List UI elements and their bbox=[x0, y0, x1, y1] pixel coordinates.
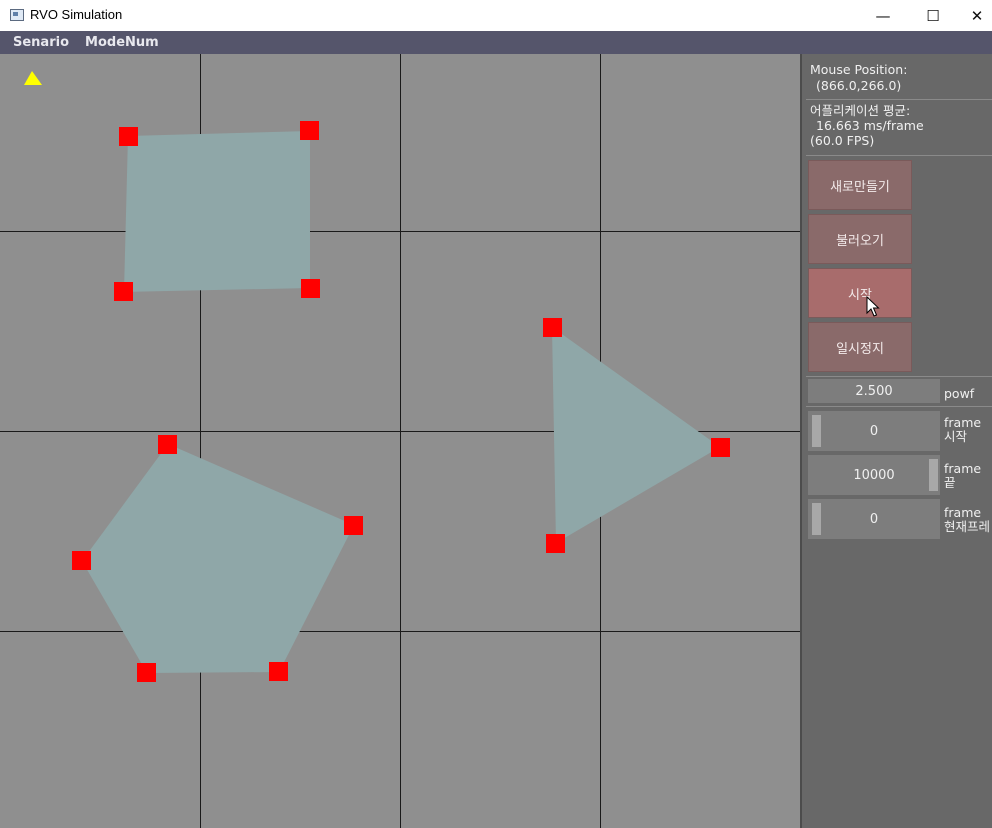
pow-slider[interactable]: 2.500 bbox=[808, 379, 940, 403]
frame-current-label-2: 현재프레 bbox=[944, 519, 991, 534]
vertex-marker bbox=[301, 279, 320, 298]
obstacle-quad bbox=[124, 131, 310, 292]
vertex-marker bbox=[344, 516, 363, 535]
vertex-marker bbox=[543, 318, 562, 337]
pow-label: powf bbox=[944, 386, 975, 401]
vertex-marker bbox=[119, 127, 138, 146]
vertex-marker bbox=[269, 662, 288, 681]
divider bbox=[806, 99, 992, 100]
slider-grab[interactable] bbox=[812, 503, 821, 535]
obstacle-pentagon bbox=[82, 444, 354, 673]
vertex-marker bbox=[300, 121, 319, 140]
perf-fps: (60.0 FPS) bbox=[810, 133, 875, 148]
mouse-position-label: Mouse Position: bbox=[810, 62, 908, 77]
frame-start-value: 0 bbox=[869, 423, 879, 439]
frame-end-label-1: frame bbox=[944, 461, 982, 476]
obstacle-triangle bbox=[552, 327, 720, 543]
slider-grab[interactable] bbox=[812, 415, 821, 447]
frame-start-label-1: frame bbox=[944, 415, 982, 430]
start-button[interactable]: 시작 bbox=[808, 268, 912, 318]
frame-start-slider[interactable]: 0 bbox=[808, 411, 940, 451]
perf-label: 어플리케이션 평균: bbox=[810, 103, 911, 118]
control-panel: Mouse Position: (866.0,266.0) 어플리케이션 평균:… bbox=[800, 54, 992, 828]
title-bar: RVO Simulation — ☐ ✕ bbox=[0, 0, 992, 31]
menu-senario[interactable]: Senario bbox=[13, 35, 69, 50]
mouse-position-value: (866.0,266.0) bbox=[816, 78, 902, 93]
frame-end-value: 10000 bbox=[853, 467, 895, 483]
simulation-canvas[interactable] bbox=[0, 54, 800, 828]
menu-modenum[interactable]: ModeNum bbox=[85, 35, 159, 50]
frame-current-label: frame 현재프레 bbox=[944, 506, 990, 534]
slider-grab[interactable] bbox=[929, 459, 938, 491]
arrow-cursor-icon bbox=[866, 296, 880, 317]
close-button[interactable]: ✕ bbox=[954, 0, 992, 31]
vertex-marker bbox=[137, 663, 156, 682]
divider bbox=[806, 155, 992, 156]
frame-current-value: 0 bbox=[869, 511, 879, 527]
simulation-scene bbox=[0, 54, 800, 828]
frame-start-label: frame 시작 bbox=[944, 416, 981, 444]
new-button[interactable]: 새로만들기 bbox=[808, 160, 912, 210]
maximize-button[interactable]: ☐ bbox=[910, 0, 956, 31]
frame-end-label: frame 끝 bbox=[944, 462, 981, 490]
perf-info: 어플리케이션 평균: 16.663 ms/frame (60.0 FPS) bbox=[810, 103, 924, 148]
minimize-button[interactable]: — bbox=[860, 0, 906, 31]
vertex-marker bbox=[72, 551, 91, 570]
divider bbox=[806, 376, 992, 377]
menu-bar: Senario ModeNum bbox=[0, 31, 992, 54]
app-icon bbox=[10, 9, 24, 21]
frame-end-slider[interactable]: 10000 bbox=[808, 455, 940, 495]
vertex-marker bbox=[546, 534, 565, 553]
yellow-triangle-icon bbox=[24, 71, 42, 85]
pause-button[interactable]: 일시정지 bbox=[808, 322, 912, 372]
vertex-marker bbox=[158, 435, 177, 454]
divider bbox=[806, 406, 992, 407]
load-button[interactable]: 불러오기 bbox=[808, 214, 912, 264]
perf-ms: 16.663 ms/frame bbox=[816, 118, 924, 133]
pow-value: 2.500 bbox=[855, 383, 893, 399]
vertex-marker bbox=[711, 438, 730, 457]
window-title: RVO Simulation bbox=[30, 7, 123, 22]
frame-current-label-1: frame bbox=[944, 505, 982, 520]
frame-end-label-2: 끝 bbox=[944, 475, 956, 490]
frame-current-slider[interactable]: 0 bbox=[808, 499, 940, 539]
vertex-marker bbox=[114, 282, 133, 301]
frame-start-label-2: 시작 bbox=[944, 429, 968, 444]
